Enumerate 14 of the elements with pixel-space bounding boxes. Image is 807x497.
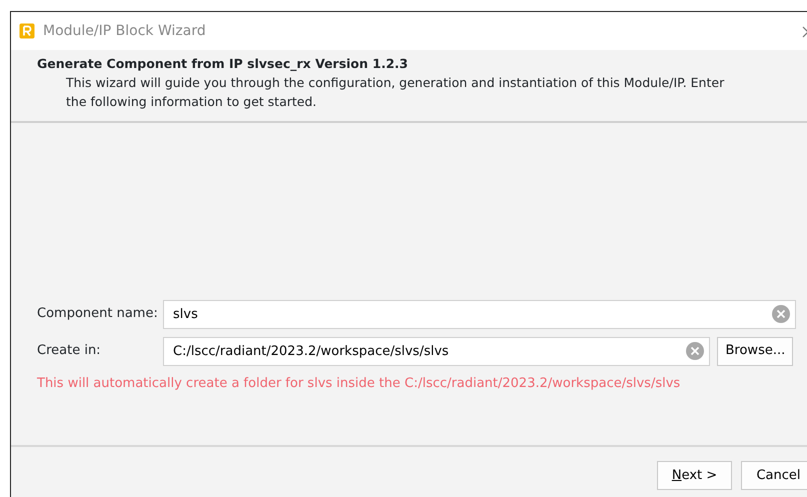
wizard-button[interactable]: Cancel <box>741 461 807 490</box>
clear-icon[interactable] <box>772 304 790 322</box>
field-label: Component name: <box>37 305 159 324</box>
app-logo-icon <box>19 23 35 39</box>
header-title: Generate Component from IP slvsec_rx Version 1.2.3 <box>37 55 409 73</box>
text-field[interactable]: slvs <box>163 300 796 328</box>
info-message: This will automatically create a folder for slvs inside the C:/lscc/radiant/2023.2/workspace/slvs/slvs <box>37 374 682 392</box>
wizard-button[interactable]: Next > <box>657 461 732 490</box>
field-label: Create in: <box>37 342 102 360</box>
text-field[interactable]: C:/lscc/radiant/2023.2/workspace/slvs/slvs <box>163 336 710 366</box>
browse-button[interactable]: Browse... <box>716 336 792 366</box>
clear-icon[interactable] <box>686 342 704 360</box>
window-title: Module/IP Block Wizard <box>43 22 206 40</box>
header-description: This wizard will guide you through the configuration, generation and instantiation of this Module/IP. Enter the following information to get started. <box>65 74 726 111</box>
